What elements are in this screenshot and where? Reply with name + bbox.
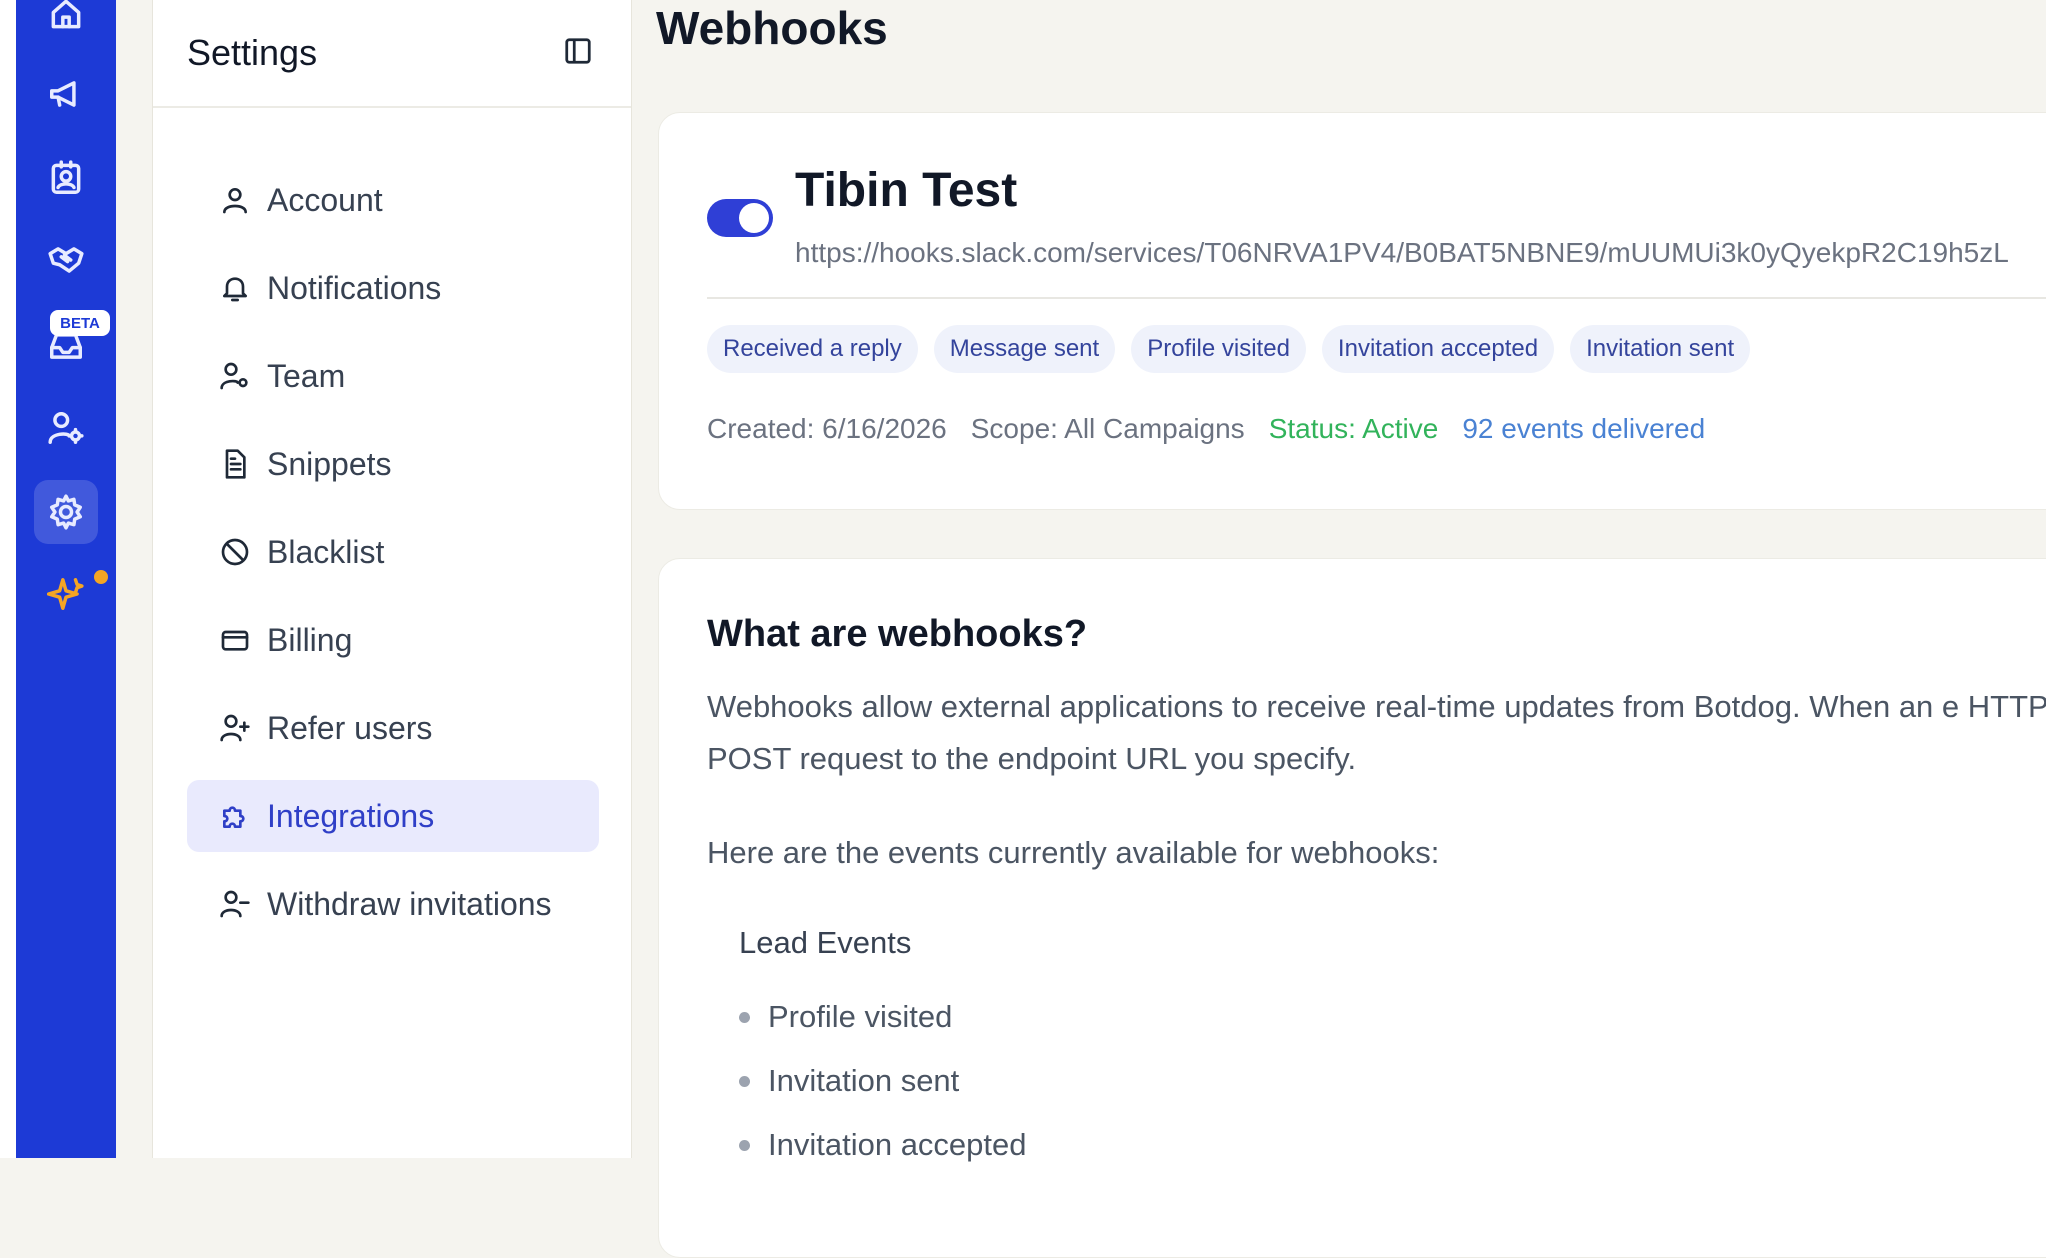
event-tags: Received a reply Message sent Profile vi… bbox=[707, 325, 1751, 373]
main-content: Webhooks Tibin Test https://hooks.slack.… bbox=[632, 0, 2046, 1258]
info-paragraph: Webhooks allow external applications to … bbox=[707, 689, 2046, 776]
user-plus-icon bbox=[220, 714, 250, 742]
status-badge: Status: Active bbox=[1268, 413, 1439, 444]
settings-item-label: Withdraw invitations bbox=[267, 885, 552, 922]
webhook-meta: Created: 6/16/2026 Scope: All Campaigns … bbox=[707, 413, 1705, 445]
user-minus-icon bbox=[220, 890, 250, 918]
event-tag: Profile visited bbox=[1131, 325, 1306, 373]
settings-item-refer-users[interactable]: Refer users bbox=[187, 692, 599, 764]
megaphone-icon[interactable] bbox=[34, 62, 98, 126]
settings-item-snippets[interactable]: Snippets bbox=[187, 428, 599, 500]
sparkle-icon[interactable] bbox=[34, 562, 98, 626]
app-rail: BETA bbox=[16, 0, 116, 1158]
settings-item-blacklist[interactable]: Blacklist bbox=[187, 516, 599, 588]
scope: Scope: All Campaigns bbox=[970, 413, 1245, 444]
info-intro: Here are the events currently available … bbox=[707, 835, 1440, 870]
event-label: Invitation sent bbox=[768, 1063, 960, 1098]
event-tag: Invitation accepted bbox=[1321, 325, 1555, 373]
settings-title: Settings bbox=[187, 32, 318, 73]
settings-item-label: Billing bbox=[267, 621, 353, 658]
gear-icon[interactable] bbox=[34, 480, 98, 544]
settings-item-withdraw-invitations[interactable]: Withdraw invitations bbox=[187, 868, 599, 940]
settings-item-label: Team bbox=[267, 357, 346, 394]
settings-item-notifications[interactable]: Notifications bbox=[187, 252, 599, 324]
ban-icon bbox=[221, 538, 249, 566]
list-item: Invitation accepted bbox=[739, 1113, 1027, 1177]
event-tag: Message sent bbox=[933, 325, 1116, 373]
event-tag: Received a reply bbox=[707, 325, 918, 373]
settings-item-label: Integrations bbox=[267, 797, 435, 834]
divider bbox=[707, 297, 2046, 299]
credit-card-icon bbox=[221, 630, 249, 651]
settings-nav: Account Notifications Team Snippets Blac… bbox=[153, 108, 631, 940]
event-label: Profile visited bbox=[768, 999, 953, 1034]
document-icon bbox=[225, 449, 246, 479]
window-edge bbox=[0, 0, 16, 1158]
events-delivered-link[interactable]: 92 events delivered bbox=[1462, 413, 1705, 445]
bullet bbox=[739, 1075, 750, 1087]
bell-icon bbox=[223, 277, 247, 302]
list-item: Profile visited bbox=[739, 985, 1027, 1049]
notification-dot bbox=[94, 570, 108, 584]
contacts-icon[interactable] bbox=[34, 146, 98, 210]
settings-item-label: Refer users bbox=[267, 709, 433, 746]
settings-header: Settings bbox=[153, 0, 631, 108]
sidebar-collapse-icon[interactable] bbox=[563, 36, 593, 71]
webhook-url: https://hooks.slack.com/services/T06NRVA… bbox=[795, 237, 2009, 268]
settings-item-team[interactable]: Team bbox=[187, 340, 599, 412]
settings-item-label: Notifications bbox=[267, 269, 442, 306]
beta-badge: BETA bbox=[50, 310, 110, 336]
user-icon bbox=[223, 188, 247, 214]
created-date: Created: 6/16/2026 bbox=[707, 413, 947, 444]
settings-item-integrations[interactable]: Integrations bbox=[187, 780, 599, 852]
bullet bbox=[739, 1011, 750, 1023]
user-settings-icon[interactable] bbox=[34, 396, 98, 460]
handshake-icon[interactable] bbox=[34, 228, 98, 292]
webhook-card: Tibin Test https://hooks.slack.com/servi… bbox=[658, 112, 2046, 510]
lead-events-heading: Lead Events bbox=[739, 925, 912, 960]
settings-item-billing[interactable]: Billing bbox=[187, 604, 599, 676]
webhooks-info-card: What are webhooks? Webhooks allow extern… bbox=[658, 558, 2046, 1258]
bullet bbox=[739, 1139, 750, 1151]
lead-events-list: Profile visited Invitation sent Invitati… bbox=[739, 985, 1027, 1177]
page-title: Webhooks bbox=[656, 2, 888, 54]
puzzle-icon bbox=[223, 806, 245, 828]
list-item: Invitation sent bbox=[739, 1049, 1027, 1113]
webhook-name: Tibin Test bbox=[795, 164, 1018, 217]
user-gear-icon bbox=[220, 362, 248, 390]
event-tag: Invitation sent bbox=[1570, 325, 1751, 373]
toggle-knob bbox=[739, 203, 769, 233]
webhook-enabled-toggle[interactable] bbox=[707, 199, 773, 237]
settings-item-label: Snippets bbox=[267, 445, 392, 482]
settings-sidebar: Settings Account Notifications Team Snip… bbox=[152, 0, 632, 1158]
settings-item-account[interactable]: Account bbox=[187, 164, 599, 236]
settings-item-label: Blacklist bbox=[267, 533, 385, 570]
home-icon[interactable] bbox=[34, 0, 98, 46]
info-title: What are webhooks? bbox=[707, 613, 1088, 655]
settings-item-label: Account bbox=[267, 181, 383, 218]
